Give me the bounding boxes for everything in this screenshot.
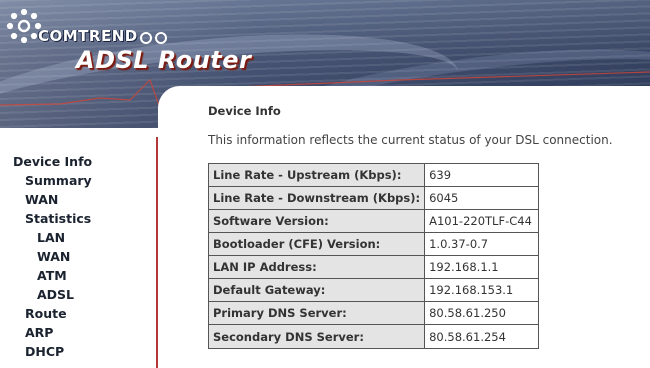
sidebar-item-dhcp[interactable]: DHCP [25,344,64,359]
row-label: Primary DNS Server: [209,302,426,325]
status-description: This information reflects the current st… [208,133,613,147]
row-label: Software Version: [209,210,426,233]
product-title: ADSL Router [76,46,252,74]
device-info-table: Line Rate - Upstream (Kbps): 639 Line Ra… [208,163,540,349]
table-row: Line Rate - Upstream (Kbps): 639 [209,164,539,187]
row-label: Line Rate - Downstream (Kbps): [209,187,426,210]
table-row: Software Version: A101-220TLF-C44 [209,210,539,233]
sidebar-item-route[interactable]: Route [25,306,67,321]
sidebar-item-stats-atm[interactable]: ATM [37,268,67,283]
row-label: LAN IP Address: [209,256,426,279]
row-value: 639 [425,164,539,187]
sidebar-item-wan[interactable]: WAN [25,192,58,207]
row-value: 192.168.153.1 [425,279,539,302]
table-row: Bootloader (CFE) Version: 1.0.37-0.7 [209,233,539,256]
sidebar [0,137,158,368]
sidebar-item-stats-lan[interactable]: LAN [37,230,65,245]
row-label: Default Gateway: [209,279,426,302]
row-value: 80.58.61.250 [425,302,539,325]
row-label: Secondary DNS Server: [209,325,426,348]
page-title: Device Info [208,104,281,118]
row-value: A101-220TLF-C44 [425,210,539,233]
row-label: Bootloader (CFE) Version: [209,233,426,256]
brand-name: COMTREND [38,27,138,45]
sidebar-item-device-info[interactable]: Device Info [13,154,92,169]
row-value: 80.58.61.254 [425,325,539,348]
row-value: 1.0.37-0.7 [425,233,539,256]
row-value: 6045 [425,187,539,210]
sidebar-item-arp[interactable]: ARP [25,325,53,340]
sidebar-item-statistics[interactable]: Statistics [25,211,91,226]
table-row: Line Rate - Downstream (Kbps): 6045 [209,187,539,210]
sidebar-item-stats-wan[interactable]: WAN [37,249,70,264]
table-row: Primary DNS Server: 80.58.61.250 [209,302,539,325]
table-row: Default Gateway: 192.168.153.1 [209,279,539,302]
row-value: 192.168.1.1 [425,256,539,279]
row-label: Line Rate - Upstream (Kbps): [209,164,426,187]
sidebar-item-stats-adsl[interactable]: ADSL [37,287,74,302]
table-row: LAN IP Address: 192.168.1.1 [209,256,539,279]
table-row: Secondary DNS Server: 80.58.61.254 [209,325,539,348]
sidebar-item-summary[interactable]: Summary [25,173,92,188]
